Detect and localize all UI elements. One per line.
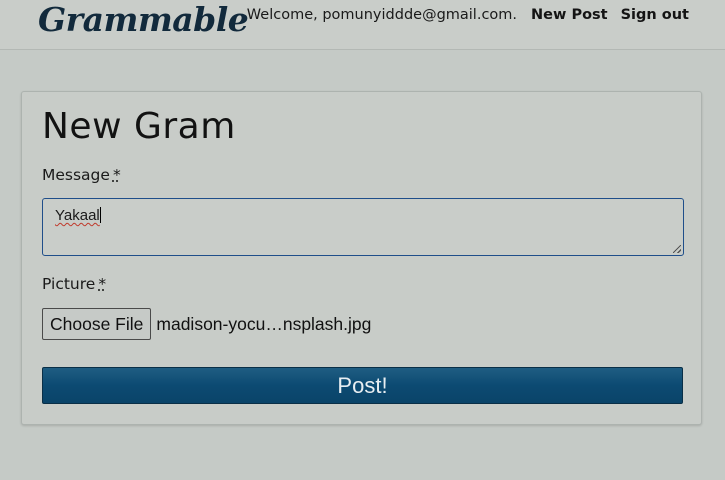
- selected-file-name: madison-yocu…nsplash.jpg: [156, 313, 372, 334]
- nav-menu: Welcome, pomunyiddde@gmail.com. New Post…: [247, 7, 689, 23]
- message-value: Yakaal: [55, 207, 100, 224]
- picture-label-text: Picture: [42, 275, 96, 293]
- picture-label: Picture *: [42, 275, 106, 293]
- message-label-text: Message: [42, 166, 110, 184]
- page-title: New Gram: [42, 106, 236, 147]
- resize-handle-icon[interactable]: [673, 245, 681, 253]
- brand-logo[interactable]: Grammable: [38, 0, 249, 39]
- new-gram-card: New Gram Message * Yakaal Picture * Choose…: [21, 91, 702, 425]
- choose-file-button[interactable]: Choose File: [42, 308, 152, 340]
- navbar: Grammable Welcome, pomunyiddde@gmail.com…: [0, 0, 725, 50]
- required-marker: *: [112, 166, 121, 184]
- sign-out-link[interactable]: Sign out: [621, 7, 689, 23]
- new-post-link[interactable]: New Post: [531, 7, 608, 23]
- text-caret: [99, 207, 101, 223]
- post-submit-button[interactable]: Post!: [42, 367, 683, 404]
- required-marker: *: [98, 275, 107, 293]
- message-textarea[interactable]: Yakaal: [42, 198, 684, 256]
- message-label: Message *: [42, 166, 121, 184]
- welcome-text: Welcome, pomunyiddde@gmail.com.: [246, 7, 518, 23]
- file-input: Choose File madison-yocu…nsplash.jpg: [42, 308, 371, 340]
